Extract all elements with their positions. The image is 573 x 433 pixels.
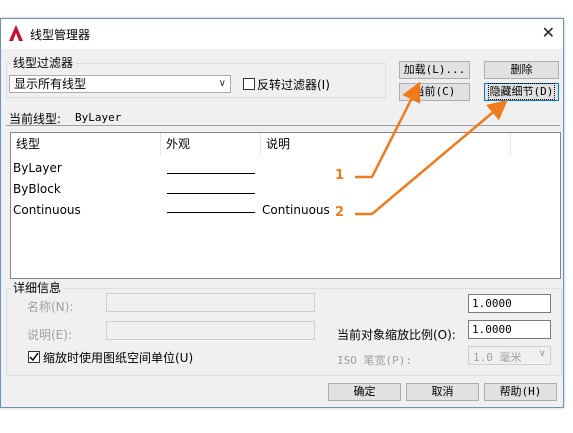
chevron-down-icon: ∨	[538, 348, 546, 359]
linetype-sample	[167, 173, 255, 174]
check-icon	[29, 352, 39, 362]
column-header-description[interactable]: 说明	[261, 133, 511, 155]
load-button[interactable]: 加载(L)...	[399, 61, 470, 79]
iso-pen-width-label: ISO 笔宽(P):	[337, 354, 412, 367]
global-scale-field[interactable]: 1.0000	[468, 294, 551, 313]
current-linetype-value: ByLayer	[75, 111, 122, 124]
chevron-down-icon: ∨	[218, 78, 226, 89]
iso-pen-width-value: 1.0 毫米	[473, 351, 522, 364]
details-group-label: 详细信息	[11, 279, 64, 296]
row-linetype-name: Continuous	[13, 203, 81, 217]
filter-group-label: 线型过滤器	[11, 54, 76, 71]
name-label: 名称(N):	[27, 300, 74, 314]
linetype-manager-dialog: 线型管理器 ✕ 线型过滤器 显示所有线型 ∨ 反转过滤器(I) 加载(L)...…	[0, 18, 564, 408]
iso-pen-width-select[interactable]: 1.0 毫米 ∨	[468, 346, 551, 365]
paper-space-checkbox[interactable]	[28, 351, 40, 363]
delete-button[interactable]: 删除	[484, 61, 559, 79]
invert-filter-checkbox[interactable]	[243, 78, 255, 90]
column-header-linetype[interactable]: 线型	[11, 133, 161, 155]
column-header-appearance[interactable]: 外观	[161, 133, 261, 155]
cancel-button[interactable]: 取消	[406, 383, 479, 401]
column-header-blank	[511, 133, 561, 155]
hide-details-button[interactable]: 隐藏细节(D)	[484, 83, 559, 101]
separator	[6, 125, 560, 126]
linetype-filter-select[interactable]: 显示所有线型 ∨	[9, 75, 231, 93]
table-row[interactable]: Continuous Continuous	[11, 201, 560, 221]
current-scale-field[interactable]: 1.0000	[468, 320, 551, 339]
help-button[interactable]: 帮助(H)	[484, 383, 557, 401]
name-field[interactable]	[106, 293, 315, 312]
ok-button[interactable]: 确定	[328, 383, 401, 401]
linetype-list[interactable]: 线型 外观 说明 ByLayer ByBlock Continuous Cont…	[10, 132, 561, 279]
close-icon[interactable]: ✕	[542, 23, 555, 43]
title-bar: 线型管理器 ✕	[1, 19, 563, 49]
description-label: 说明(E):	[27, 328, 72, 342]
row-linetype-name: ByBlock	[13, 182, 61, 196]
paper-space-label: 缩放时使用图纸空间单位(U)	[43, 351, 194, 365]
linetype-sample	[167, 193, 255, 194]
invert-filter-label: 反转过滤器(I)	[257, 78, 330, 92]
table-row[interactable]: ByLayer	[11, 159, 560, 179]
current-button[interactable]: 当前(C)	[399, 83, 470, 101]
linetype-sample	[167, 212, 255, 213]
row-linetype-name: ByLayer	[13, 161, 62, 175]
linetype-filter-value: 显示所有线型	[14, 77, 87, 91]
autocad-app-icon	[9, 25, 23, 41]
table-row[interactable]: ByBlock	[11, 180, 560, 200]
callout-1: 1	[335, 168, 345, 183]
callout-2: 2	[335, 205, 345, 220]
current-scale-label: 当前对象缩放比例(O):	[337, 328, 456, 342]
row-linetype-description: Continuous	[262, 203, 330, 217]
dialog-title: 线型管理器	[30, 28, 91, 42]
description-field[interactable]	[106, 321, 315, 340]
